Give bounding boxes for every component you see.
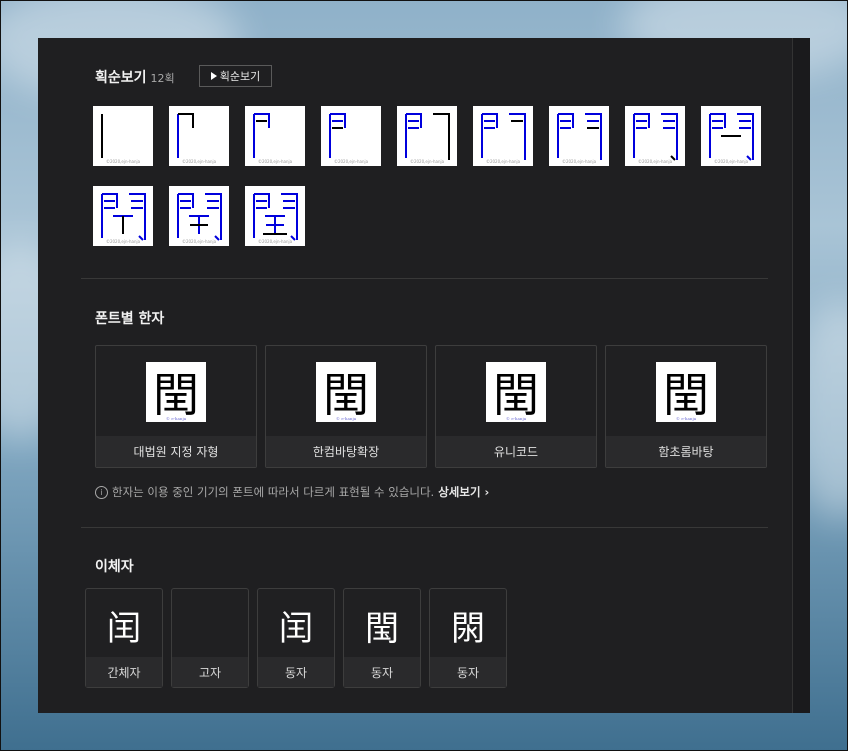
- font-section-title: 폰트별 한자: [95, 308, 164, 328]
- variant-char: 闰: [258, 601, 334, 650]
- scrollbar[interactable]: [792, 38, 810, 713]
- stroke-step-7: ©2020,ejn-hanja: [549, 106, 609, 166]
- stroke-order-heading: 획순보기 12획: [95, 67, 175, 87]
- stroke-step-11: ©2020,ejn-hanja: [169, 186, 229, 246]
- font-info-text: 한자는 이용 중인 기기의 폰트에 따라서 다르게 표현될 수 있습니다.: [112, 484, 434, 500]
- variant-char: 閖: [430, 601, 506, 650]
- stroke-step-1: ©2020,ejn-hanja: [93, 106, 153, 166]
- stroke-step-5: ©2020,ejn-hanja: [397, 106, 457, 166]
- section-divider: [81, 527, 768, 528]
- variant-card[interactable]: 閠 동자: [343, 588, 421, 688]
- stroke-count: 12획: [151, 72, 175, 85]
- tile-copyright: ©2020,ejn-hanja: [473, 159, 533, 164]
- tile-copyright: ©2020,ejn-hanja: [549, 159, 609, 164]
- font-info-note: i 한자는 이용 중인 기기의 폰트에 따라서 다르게 표현될 수 있습니다. …: [95, 484, 489, 500]
- stroke-step-10: ©2020,ejn-hanja: [93, 186, 153, 246]
- tile-copyright: ©2020,ejn-hanja: [321, 159, 381, 164]
- tile-copyright: ©2020,ejn-hanja: [625, 159, 685, 164]
- variants-section-title: 이체자: [95, 556, 134, 576]
- hanja-detail-panel: 획순보기 12획 획순보기 ©2020,ejn-hanja ©2020,ejn-ha…: [38, 38, 810, 713]
- stroke-step-9: ©2020,ejn-hanja: [701, 106, 761, 166]
- stroke-order-title: 획순보기: [95, 70, 147, 86]
- font-card-label: 한컴바탕확장: [266, 436, 426, 467]
- stroke-step-6: ©2020,ejn-hanja: [473, 106, 533, 166]
- font-card-court[interactable]: 閏 © e-hanja 대법원 지정 자형: [95, 345, 257, 468]
- stroke-play-label: 획순보기: [220, 68, 260, 84]
- variant-label: 동자: [258, 657, 334, 687]
- tile-copyright: ©2020,ejn-hanja: [169, 159, 229, 164]
- play-icon: [211, 72, 217, 80]
- variant-char: 𨷾: [172, 601, 248, 641]
- stroke-step-8: ©2020,ejn-hanja: [625, 106, 685, 166]
- variant-label: 동자: [344, 657, 420, 687]
- font-card-label: 대법원 지정 자형: [96, 436, 256, 467]
- stroke-step-4: ©2020,ejn-hanja: [321, 106, 381, 166]
- variant-char: 闰: [86, 601, 162, 650]
- font-card-label: 유니코드: [436, 436, 596, 467]
- watermark: © e-hanja: [486, 416, 546, 421]
- font-sample-image: 閏 © e-hanja: [146, 362, 206, 422]
- watermark: © e-hanja: [656, 416, 716, 421]
- variant-card[interactable]: 𨷾 고자: [171, 588, 249, 688]
- tile-copyright: ©2020,ejn-hanja: [245, 239, 305, 244]
- tile-copyright: ©2020,ejn-hanja: [93, 159, 153, 164]
- tile-copyright: ©2020,ejn-hanja: [397, 159, 457, 164]
- variant-char: 閠: [344, 601, 420, 650]
- font-card-hancom[interactable]: 閏 © e-hanja 한컴바탕확장: [265, 345, 427, 468]
- variant-label: 동자: [430, 657, 506, 687]
- detail-link[interactable]: 상세보기 ›: [438, 484, 489, 500]
- tile-copyright: ©2020,ejn-hanja: [245, 159, 305, 164]
- stroke-step-3: ©2020,ejn-hanja: [245, 106, 305, 166]
- font-sample-image: 閏 © e-hanja: [316, 362, 376, 422]
- variant-label: 고자: [172, 657, 248, 687]
- watermark: © e-hanja: [146, 416, 206, 421]
- stroke-step-2: ©2020,ejn-hanja: [169, 106, 229, 166]
- tile-copyright: ©2020,ejn-hanja: [701, 159, 761, 164]
- font-card-unicode[interactable]: 閏 © e-hanja 유니코드: [435, 345, 597, 468]
- variant-card[interactable]: 閖 동자: [429, 588, 507, 688]
- tile-copyright: ©2020,ejn-hanja: [169, 239, 229, 244]
- stroke-play-button[interactable]: 획순보기: [199, 65, 272, 87]
- tile-copyright: ©2020,ejn-hanja: [93, 239, 153, 244]
- info-icon: i: [95, 486, 108, 499]
- font-card-hamchorom[interactable]: 閏 © e-hanja 함초롬바탕: [605, 345, 767, 468]
- section-divider: [81, 278, 768, 279]
- variant-card[interactable]: 闰 동자: [257, 588, 335, 688]
- font-sample-image: 閏 © e-hanja: [486, 362, 546, 422]
- font-sample-image: 閏 © e-hanja: [656, 362, 716, 422]
- variant-card[interactable]: 闰 간체자: [85, 588, 163, 688]
- watermark: © e-hanja: [316, 416, 376, 421]
- stroke-step-12: ©2020,ejn-hanja: [245, 186, 305, 246]
- variant-label: 간체자: [86, 657, 162, 687]
- font-card-label: 함초롬바탕: [606, 436, 766, 467]
